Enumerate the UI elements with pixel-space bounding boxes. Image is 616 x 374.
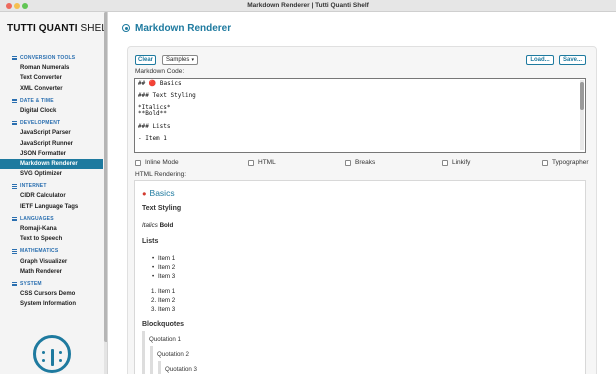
- list-icon: [12, 249, 17, 254]
- sidebar-item[interactable]: SVG Optimizer: [0, 169, 103, 179]
- clear-button[interactable]: Clear: [135, 55, 156, 65]
- window-title: Markdown Renderer | Tutti Quanti Shelf: [247, 2, 369, 9]
- list-icon: [12, 282, 17, 287]
- sidebar-item[interactable]: Text Converter: [0, 73, 103, 83]
- list-icon: [12, 184, 17, 189]
- main-content: Markdown Renderer Clear Samples ▾ Load...…: [108, 12, 616, 374]
- sidebar-item[interactable]: JavaScript Parser: [0, 128, 103, 138]
- sidebar-item[interactable]: XML Converter: [0, 84, 103, 94]
- sidebar-item[interactable]: System Information: [0, 299, 103, 309]
- sidebar-item[interactable]: Math Renderer: [0, 267, 103, 277]
- sidebar-item[interactable]: IETF Language Tags: [0, 202, 103, 212]
- blockquote-level-2: [150, 346, 153, 374]
- rendered-styled-text: Italics Bold: [142, 222, 174, 229]
- numbered-list-item: 3. Item 3: [151, 306, 176, 313]
- bullet-list-item: Item 2: [152, 263, 175, 272]
- list-icon: [12, 121, 17, 126]
- sidebar-category: DATE & TIME: [0, 96, 103, 106]
- app-brand: TUTTI QUANTI SHELF: [7, 23, 107, 34]
- tool-panel: Clear Samples ▾ Load... Save... Markdown …: [127, 46, 597, 374]
- sidebar-category: INTERNET: [0, 181, 103, 191]
- checkbox-linkify[interactable]: [442, 159, 448, 166]
- list-icon: [12, 98, 17, 103]
- rendered-heading-lists: Lists: [142, 238, 159, 245]
- rendered-bullet-list: Item 1 Item 2 Item 3: [152, 254, 175, 281]
- sidebar-item[interactable]: Text to Speech: [0, 234, 103, 244]
- blockquote-level-1: [142, 331, 145, 374]
- title-bar: Markdown Renderer | Tutti Quanti Shelf: [0, 0, 616, 12]
- list-icon: [12, 56, 17, 61]
- sidebar-nav: CONVERSION TOOLS Roman Numerals Text Conve…: [0, 53, 103, 310]
- sidebar-category: CONVERSION TOOLS: [0, 53, 103, 63]
- bullet-list-item: Item 1: [152, 254, 175, 263]
- quotation-text: Quotation 1: [149, 336, 181, 343]
- sidebar: TUTTI QUANTI SHELF CONVERSION TOOLSRoman…: [0, 12, 108, 374]
- samples-select[interactable]: Samples ▾: [162, 55, 198, 65]
- markdown-code-editor[interactable]: ## 🔴 Basics ### Text Styling *Italics* *…: [134, 78, 586, 153]
- rendered-heading-text-styling: Text Styling: [142, 205, 182, 212]
- checkbox-typographer[interactable]: [542, 159, 548, 166]
- sidebar-category: MATHEMATICS: [0, 246, 103, 256]
- save-button[interactable]: Save...: [559, 55, 586, 65]
- red-circle-icon: ●: [142, 188, 147, 198]
- html-rendering-label: HTML Rendering:: [135, 171, 187, 178]
- sidebar-item[interactable]: Digital Clock: [0, 106, 103, 116]
- sidebar-item[interactable]: Graph Visualizer: [0, 257, 103, 267]
- editor-scrollbar[interactable]: [580, 80, 584, 150]
- sidebar-item[interactable]: Markdown Renderer: [0, 158, 103, 170]
- numbered-list-item: 1. Item 1: [151, 288, 176, 295]
- option-typographer[interactable]: Typographer: [542, 159, 589, 166]
- load-button[interactable]: Load...: [526, 55, 554, 65]
- quotation-text: Quotation 2: [157, 351, 189, 358]
- numbered-list-item: 2. Item 2: [151, 297, 176, 304]
- rendered-heading-blockquotes: Blockquotes: [142, 321, 185, 328]
- option-html[interactable]: HTML: [248, 159, 276, 166]
- checkbox-breaks[interactable]: [345, 159, 351, 166]
- sidebar-item[interactable]: JavaScript Runner: [0, 139, 103, 149]
- sidebar-category: LANGUAGES: [0, 214, 103, 224]
- markdown-code-text[interactable]: ## 🔴 Basics ### Text Styling *Italics* *…: [135, 79, 585, 144]
- checkbox-html[interactable]: [248, 159, 254, 166]
- page-title: Markdown Renderer: [135, 23, 232, 34]
- blockquote-level-3: [158, 361, 161, 374]
- option-inline-mode[interactable]: Inline Mode: [135, 159, 179, 166]
- bullet-list-item: Item 3: [152, 272, 175, 281]
- checkbox-inline-mode[interactable]: [135, 159, 141, 166]
- sidebar-item[interactable]: Roman Numerals: [0, 63, 103, 73]
- option-linkify[interactable]: Linkify: [442, 159, 470, 166]
- quotation-text: Quotation 3: [165, 366, 197, 373]
- editor-scroll-thumb[interactable]: [580, 82, 584, 110]
- sidebar-category: DEVELOPMENT: [0, 118, 103, 128]
- sidebar-item[interactable]: CIDR Calculator: [0, 191, 103, 201]
- rendered-numbered-list: 1. Item 1 2. Item 2 3. Item 3: [151, 287, 176, 314]
- html-rendering-pane: ● Basics Text Styling Italics Bold Lists …: [134, 180, 586, 374]
- page-radio-icon: [122, 24, 130, 32]
- sidebar-item[interactable]: Romaji-Kana: [0, 224, 103, 234]
- app-logo-icon: [33, 335, 71, 373]
- chevron-down-icon: ▾: [191, 57, 194, 63]
- option-breaks[interactable]: Breaks: [345, 159, 375, 166]
- sidebar-item[interactable]: CSS Cursors Demo: [0, 289, 103, 299]
- sidebar-category: SYSTEM: [0, 279, 103, 289]
- markdown-code-label: Markdown Code:: [135, 68, 185, 75]
- list-icon: [12, 216, 17, 221]
- rendered-heading-basics: ● Basics: [142, 188, 175, 198]
- sidebar-item[interactable]: JSON Formatter: [0, 149, 103, 159]
